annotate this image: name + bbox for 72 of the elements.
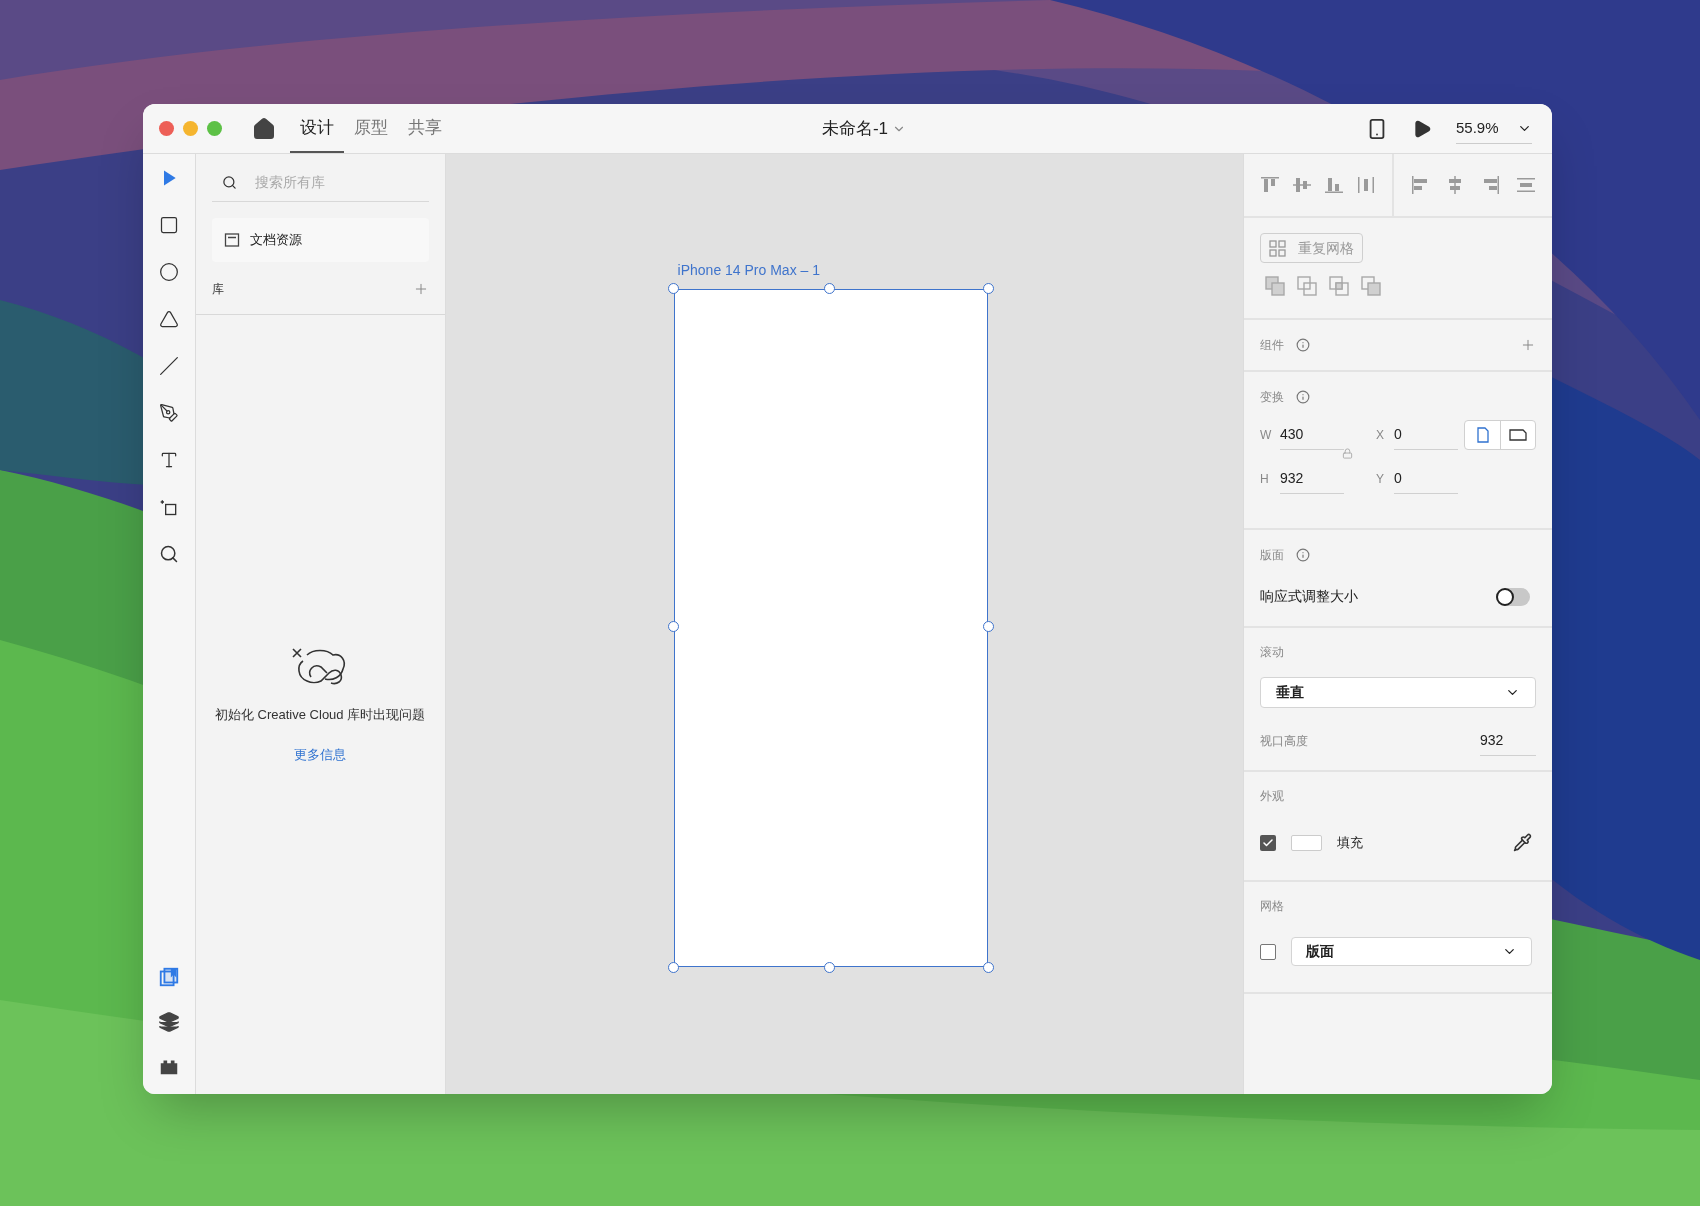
align-icon[interactable] xyxy=(1324,175,1344,195)
resize-handle[interactable] xyxy=(667,621,679,632)
color-swatch[interactable] xyxy=(1291,834,1322,851)
fill-label: 填充 xyxy=(1337,834,1363,852)
rectangle-icon[interactable] xyxy=(158,215,179,235)
section-title: 网格 xyxy=(1260,898,1284,915)
layers-icon[interactable] xyxy=(157,1011,180,1033)
line-icon[interactable] xyxy=(158,356,179,376)
resize-handle[interactable] xyxy=(982,283,994,294)
home-icon[interactable] xyxy=(252,116,276,141)
section-title: 滚动 xyxy=(1260,644,1284,661)
eyedropper-icon[interactable] xyxy=(1513,833,1532,853)
portrait-icon xyxy=(1476,427,1489,443)
error-message: 初始化 Creative Cloud 库时出现问题 xyxy=(214,706,426,724)
resize-handle[interactable] xyxy=(982,962,994,973)
resize-handle[interactable] xyxy=(823,962,835,973)
resize-handle[interactable] xyxy=(667,283,679,294)
document-icon xyxy=(223,232,240,248)
field-label: W xyxy=(1260,427,1270,444)
zoom-dropdown[interactable]: 55.9% xyxy=(1456,112,1532,145)
pen-icon[interactable] xyxy=(158,403,179,423)
grid-type-dropdown[interactable]: 版面 xyxy=(1291,937,1532,966)
document-title[interactable]: 未命名-1 xyxy=(821,115,889,142)
maximize-button[interactable] xyxy=(207,121,222,136)
number-field[interactable]: 430 xyxy=(1280,420,1344,450)
libraries-icon[interactable] xyxy=(157,966,180,988)
info-icon[interactable] xyxy=(1296,338,1310,352)
viewport-height-field[interactable]: 932 xyxy=(1480,726,1536,756)
toggle-switch[interactable] xyxy=(1496,587,1530,606)
number-field[interactable]: 0 xyxy=(1394,464,1458,494)
align-icon[interactable] xyxy=(1356,175,1376,195)
triangle-icon[interactable] xyxy=(158,309,179,329)
align-icon[interactable] xyxy=(1260,175,1280,195)
align-icon[interactable] xyxy=(1516,175,1537,195)
section-title: 外观 xyxy=(1260,788,1284,805)
play-icon[interactable] xyxy=(1412,118,1432,139)
close-button[interactable] xyxy=(159,121,174,136)
info-icon[interactable] xyxy=(1296,548,1310,562)
field-label: 视口高度 xyxy=(1260,733,1308,750)
align-icon[interactable] xyxy=(1409,175,1430,195)
field-label: Y xyxy=(1376,471,1384,488)
document-assets-item[interactable]: 文档资源 xyxy=(211,218,429,262)
responsive-resize-label: 响应式调整大小 xyxy=(1260,587,1358,606)
resize-handle[interactable] xyxy=(982,621,994,632)
zoom-icon[interactable] xyxy=(158,544,179,564)
artboard-icon[interactable] xyxy=(158,497,179,517)
boolean-icon[interactable] xyxy=(1328,275,1350,297)
mode-tab[interactable]: 原型 xyxy=(344,104,398,153)
info-icon[interactable] xyxy=(1296,390,1310,404)
fill-checkbox[interactable] xyxy=(1260,834,1276,851)
section-title: 变换 xyxy=(1260,389,1284,406)
grid-icon xyxy=(1269,239,1286,257)
align-icon[interactable] xyxy=(1292,175,1312,195)
artboard-label[interactable]: iPhone 14 Pro Max – 1 xyxy=(673,260,1243,281)
search-field[interactable]: 搜索所有库 xyxy=(254,172,405,193)
number-field[interactable]: 932 xyxy=(1280,464,1344,494)
more-info-link[interactable]: 更多信息 xyxy=(294,744,347,764)
landscape-icon xyxy=(1509,429,1527,441)
section-title: 组件 xyxy=(1260,337,1284,354)
check-icon xyxy=(1262,836,1274,849)
mode-tab[interactable]: 共享 xyxy=(398,104,452,153)
circle-icon[interactable] xyxy=(158,262,179,282)
resize-handle[interactable] xyxy=(823,283,835,294)
grid-checkbox[interactable] xyxy=(1260,943,1276,960)
search-icon xyxy=(221,175,237,190)
field-label: H xyxy=(1260,471,1270,488)
scroll-dropdown[interactable]: 垂直 xyxy=(1260,677,1536,708)
section-title: 库 xyxy=(211,281,224,298)
section-title: 版面 xyxy=(1260,547,1284,564)
number-field[interactable]: 0 xyxy=(1394,420,1458,450)
resize-handle[interactable] xyxy=(667,962,679,973)
field-label: X xyxy=(1376,427,1384,444)
